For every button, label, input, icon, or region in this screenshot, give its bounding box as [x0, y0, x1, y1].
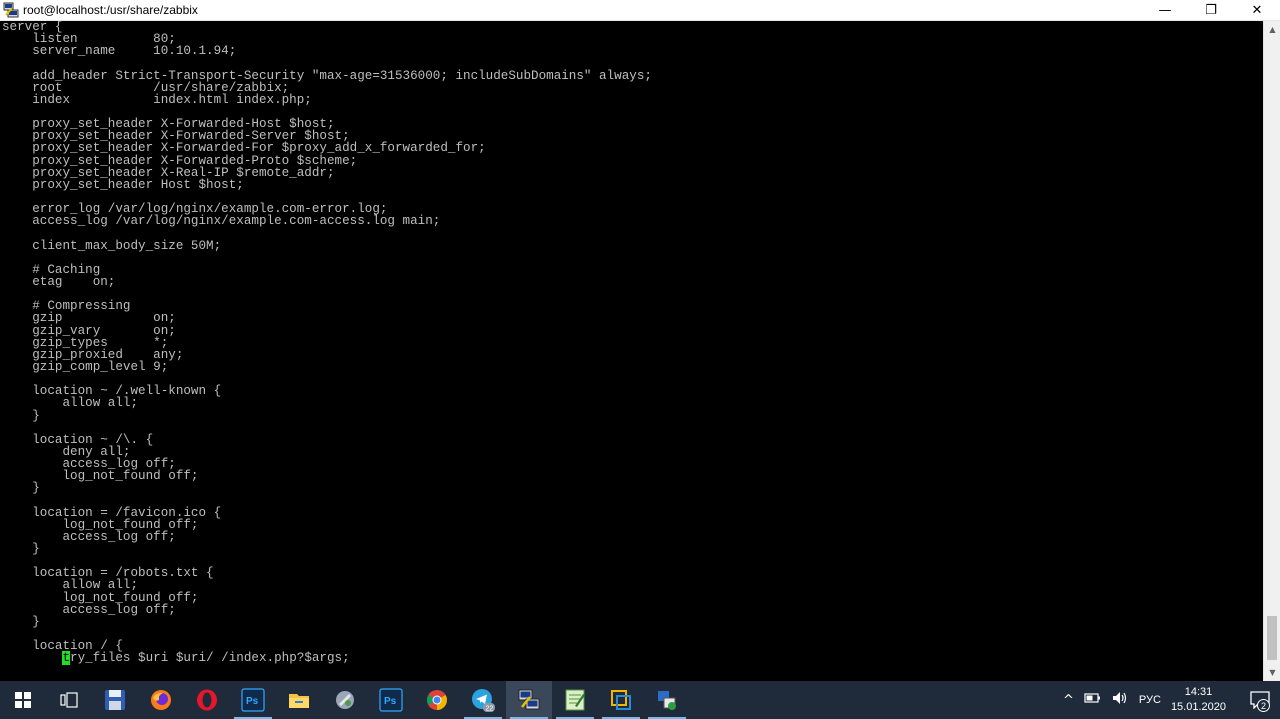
terminal-line: gzip_vary on; [2, 323, 176, 338]
clock-time: 14:31 [1184, 686, 1213, 698]
clock[interactable]: 14:31 15.01.2020 [1171, 685, 1226, 715]
clock-date: 15.01.2020 [1170, 701, 1226, 713]
terminal-line: index index.html index.php; [2, 92, 312, 107]
folder-icon [289, 694, 309, 708]
terminal-line: gzip_comp_level 9; [2, 359, 169, 374]
putty-icon [518, 689, 540, 710]
svg-text:Ps: Ps [246, 696, 259, 707]
battery-network-icon[interactable] [1084, 691, 1102, 709]
minimize-button[interactable]: — [1142, 0, 1188, 21]
taskbar-app-network-tool[interactable] [644, 681, 690, 719]
terminal-line: proxy_set_header X-Forwarded-Proto $sche… [2, 153, 358, 168]
terminal-line: server_name 10.10.1.94; [2, 44, 237, 59]
terminal-line: proxy_set_header Host $host; [2, 177, 244, 192]
taskbar-app-notepad[interactable] [552, 681, 598, 719]
network-tool-icon [658, 691, 676, 710]
terminal-cursor-line: try_files $uri $uri/ /index.php?$args; [2, 651, 652, 666]
taskbar-app-save[interactable] [92, 681, 138, 719]
system-tray: ^ РУС 14:31 15.01.2020 2 [1058, 681, 1280, 719]
taskbar-app-tool[interactable] [322, 681, 368, 719]
virtualbox-icon [611, 690, 631, 710]
tray-chevron-up-icon[interactable]: ^ [1063, 693, 1074, 708]
telegram-icon: 22 [472, 689, 495, 713]
taskbar-app-photoshop[interactable]: Ps [230, 681, 276, 719]
restore-button[interactable]: ❐ [1188, 0, 1234, 21]
taskbar-app-telegram[interactable]: 22 [460, 681, 506, 719]
svg-text:Ps: Ps [384, 696, 397, 707]
language-indicator[interactable]: РУС [1139, 694, 1161, 706]
terminal-line: allow all; [2, 396, 139, 411]
terminal-line: } [2, 481, 40, 496]
taskbar-app-photoshop-2[interactable]: Ps [368, 681, 414, 719]
text-cursor: t [62, 651, 71, 666]
cursor-line-after: ry_files $uri $uri/ /index.php?$args; [70, 651, 350, 666]
windows-icon [15, 692, 31, 708]
taskbar-app-virtualbox[interactable] [598, 681, 644, 719]
photoshop-icon: Ps [379, 688, 403, 712]
terminal-line: add_header Strict-Transport-Security "ma… [2, 68, 652, 83]
firefox-icon [151, 690, 171, 710]
terminal-line: access_log off; [2, 602, 176, 617]
opera-icon [197, 689, 217, 711]
terminal-line: client_max_body_size 50M; [2, 238, 222, 253]
scroll-thumb[interactable] [1267, 616, 1277, 660]
terminal-line: allow all; [2, 578, 139, 593]
start-button[interactable] [0, 681, 46, 719]
terminal-line: proxy_set_header X-Real-IP $remote_addr; [2, 165, 335, 180]
notification-count-badge: 2 [1257, 699, 1270, 712]
taskbar-app-opera[interactable] [184, 681, 230, 719]
window-title: root@localhost:/usr/share/zabbix [23, 3, 198, 17]
terminal-line: access_log off; [2, 529, 176, 544]
cursor-line-before [2, 651, 62, 665]
terminal-area[interactable]: server { listen 80; server_name 10.10.1.… [0, 21, 1263, 681]
terminal-line: log_not_found off; [2, 590, 199, 605]
taskbar: Ps Ps 22 ^ РУС 14:31 15.01.2020 2 [0, 681, 1280, 719]
window-controls: — ❐ ✕ [1142, 0, 1280, 21]
taskbar-app-file-explorer[interactable] [276, 681, 322, 719]
terminal-line: } [2, 408, 40, 423]
scroll-up-icon[interactable]: ▲ [1264, 21, 1280, 38]
taskbar-app-firefox[interactable] [138, 681, 184, 719]
photoshop-icon: Ps [241, 688, 265, 712]
svg-text:22: 22 [486, 706, 494, 713]
task-view-icon [60, 692, 78, 708]
terminal-line: gzip_types *; [2, 335, 169, 350]
chrome-icon [427, 690, 447, 710]
putty-icon[interactable] [3, 2, 19, 18]
terminal-line: log_not_found off; [2, 469, 199, 484]
terminal-line: proxy_set_header X-Forwarded-For $proxy_… [2, 141, 486, 156]
close-button[interactable]: ✕ [1234, 0, 1280, 21]
window-title-bar[interactable]: root@localhost:/usr/share/zabbix — ❐ ✕ [0, 0, 1280, 21]
taskbar-app-chrome[interactable] [414, 681, 460, 719]
notepad-icon [565, 689, 585, 711]
terminal-line: } [2, 614, 40, 629]
terminal-line: etag on; [2, 274, 116, 289]
task-view-button[interactable] [46, 681, 92, 719]
volume-icon[interactable] [1112, 691, 1128, 709]
notification-center-button[interactable]: 2 [1240, 681, 1280, 719]
terminal-line: gzip on; [2, 311, 176, 326]
app-tool-icon [336, 691, 354, 709]
vertical-scrollbar[interactable]: ▲ ▼ [1263, 21, 1280, 681]
terminal-line: location = /favicon.ico { [2, 505, 222, 520]
scroll-down-icon[interactable]: ▼ [1264, 664, 1280, 681]
terminal-line: } [2, 542, 40, 557]
floppy-save-icon [105, 690, 125, 710]
taskbar-app-putty[interactable] [506, 681, 552, 719]
terminal-line: access_log /var/log/nginx/example.com-ac… [2, 214, 441, 229]
terminal-text: server { listen 80; server_name 10.10.1.… [2, 21, 652, 666]
